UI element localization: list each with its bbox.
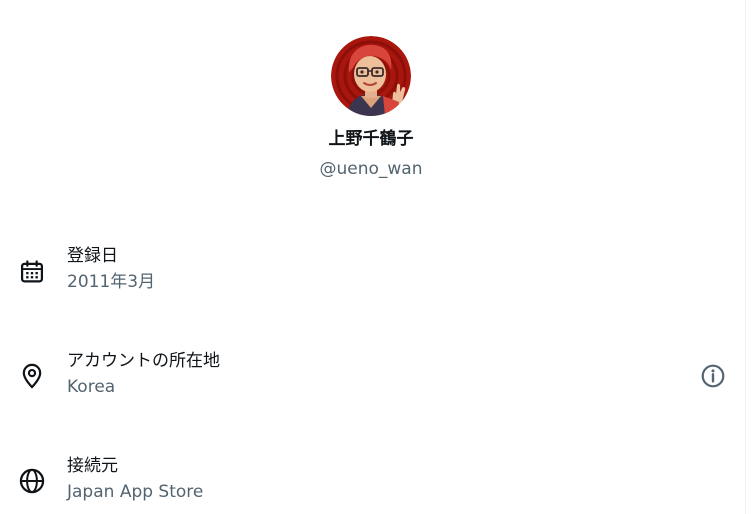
joined-date-text: 登録日 2011年3月	[67, 245, 155, 293]
account-location-text: アカウントの所在地 Korea	[67, 350, 220, 398]
account-location-row: アカウントの所在地 Korea	[0, 350, 742, 410]
connected-via-label: 接続元	[67, 456, 118, 476]
profile-header: 上野千鶴子 @ueno_wan	[0, 36, 742, 180]
info-icon[interactable]	[700, 363, 726, 389]
connected-via-row: 接続元 Japan App Store	[0, 455, 742, 514]
account-location-label: アカウントの所在地	[67, 351, 220, 371]
joined-date-row: 登録日 2011年3月	[0, 245, 742, 305]
joined-date-value: 2011年3月	[67, 272, 156, 292]
joined-date-label: 登録日	[67, 246, 118, 266]
globe-icon	[19, 468, 45, 494]
account-location-value: Korea	[67, 377, 116, 397]
column-divider	[745, 0, 746, 514]
calendar-icon	[20, 260, 44, 283]
connected-via-text: 接続元 Japan App Store	[67, 455, 203, 503]
about-account-page: 上野千鶴子 @ueno_wan 登録日 2011年3月 アカウントの所在地 Ko…	[0, 0, 752, 514]
location-pin-icon	[22, 363, 42, 389]
connected-via-value: Japan App Store	[67, 482, 204, 502]
display-name: 上野千鶴子	[328, 129, 414, 149]
avatar[interactable]	[331, 36, 411, 116]
user-handle: @ueno_wan	[319, 159, 423, 179]
